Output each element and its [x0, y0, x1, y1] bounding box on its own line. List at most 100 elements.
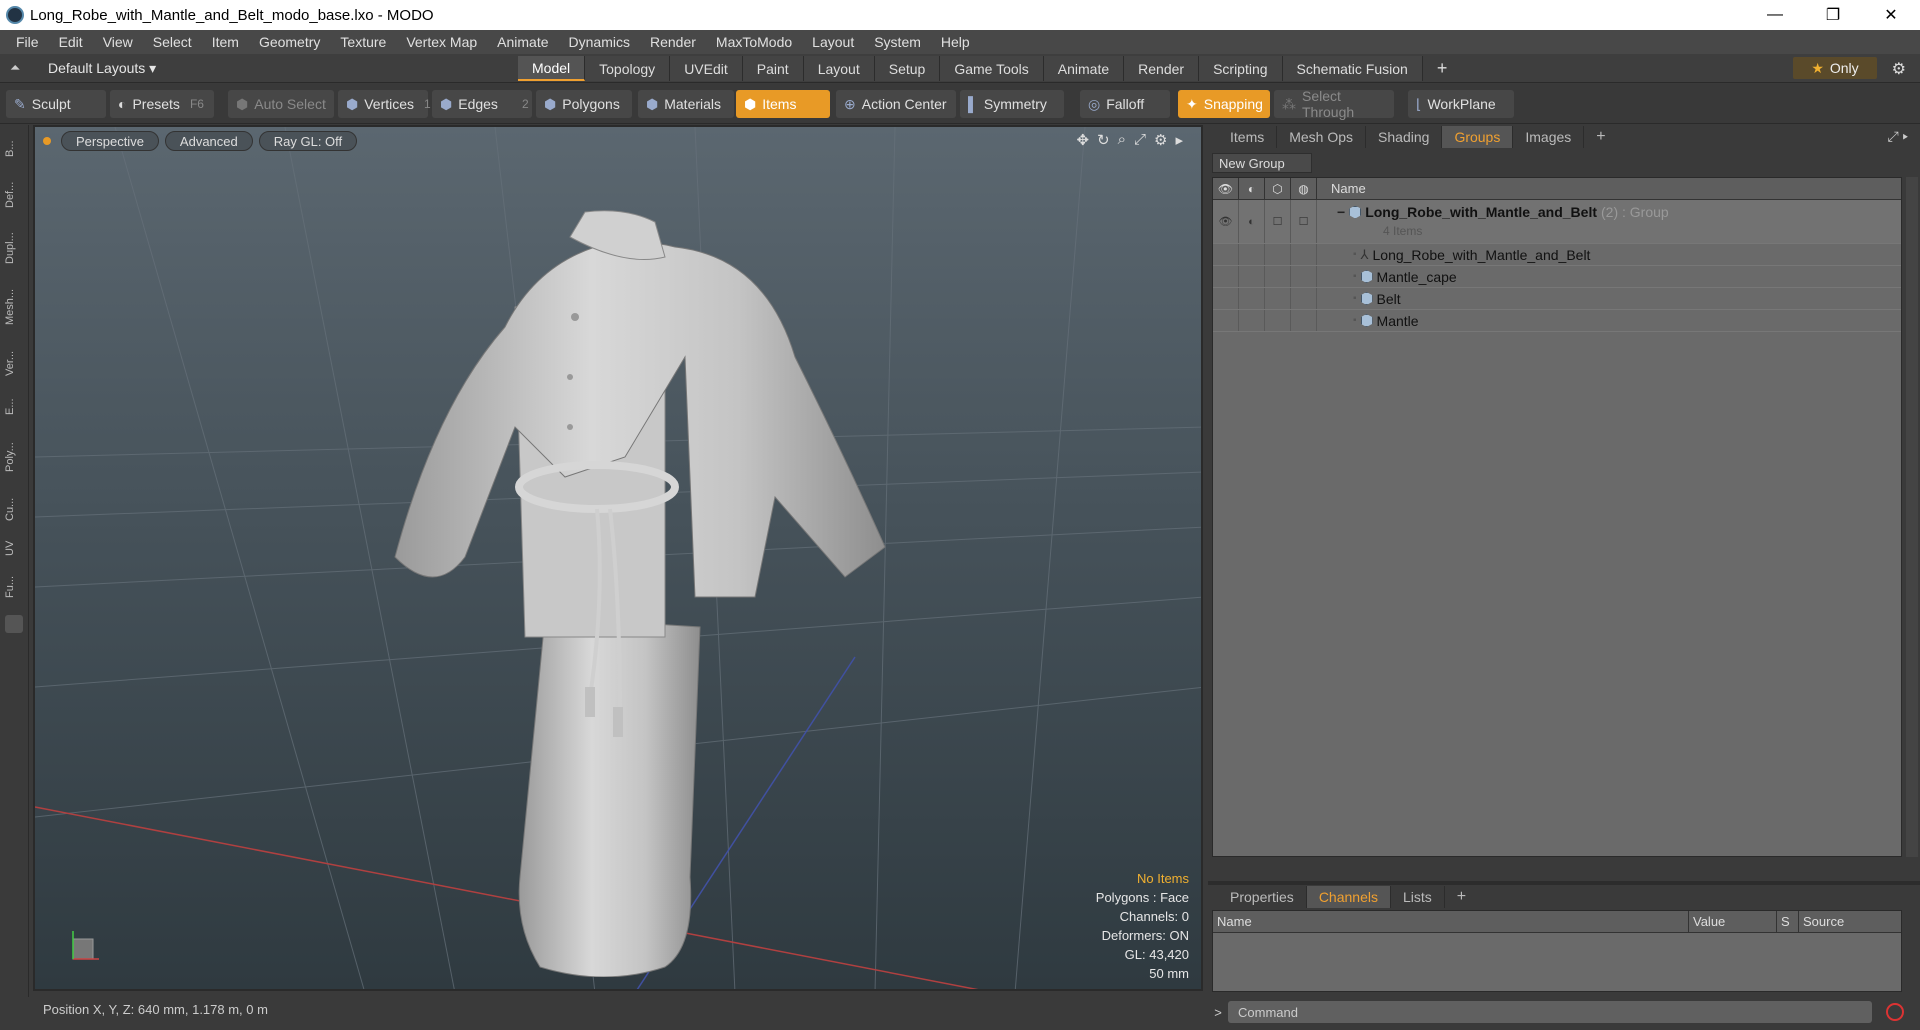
tab-images[interactable]: Images	[1513, 126, 1585, 148]
command-input[interactable]: Command	[1228, 1001, 1872, 1023]
strip-tab-mesh[interactable]: Mesh...	[4, 279, 26, 335]
new-group-button[interactable]: New Group	[1212, 153, 1312, 173]
falloff-button[interactable]: ◎ Falloff	[1080, 90, 1170, 118]
tab-paint[interactable]: Paint	[742, 56, 804, 81]
items-button[interactable]: ⬢ Items	[736, 90, 830, 118]
close-button[interactable]: ✕	[1862, 0, 1920, 30]
materials-button[interactable]: ⬢ Materials	[638, 90, 734, 118]
tab-groups[interactable]: Groups	[1442, 126, 1514, 148]
rotate-icon[interactable]: ↻	[1097, 131, 1110, 149]
list-item[interactable]: ▪ ⅄ Long_Robe_with_Mantle_and_Belt	[1213, 244, 1901, 266]
select-icon[interactable]: ◍	[1291, 177, 1317, 200]
menu-geometry[interactable]: Geometry	[249, 34, 330, 50]
channel-value-header[interactable]: Value	[1689, 911, 1777, 932]
menu-vertex-map[interactable]: Vertex Map	[396, 34, 487, 50]
tab-items[interactable]: Items	[1218, 126, 1278, 148]
vertices-button[interactable]: ⬢ Vertices 1	[338, 90, 431, 118]
add-tab-button[interactable]: +	[1423, 56, 1462, 81]
strip-tab-uv[interactable]: UV	[4, 533, 26, 563]
expand-arrow-icon[interactable]: ▸	[1175, 131, 1183, 149]
eye-icon[interactable]: 👁	[1213, 177, 1239, 200]
menu-dynamics[interactable]: Dynamics	[559, 34, 640, 50]
3d-viewport[interactable]: Perspective Advanced Ray GL: Off ✥ ↻ ⌕ ⤢…	[33, 125, 1203, 991]
name-column-header[interactable]: Name	[1317, 181, 1366, 196]
menu-animate[interactable]: Animate	[487, 34, 558, 50]
menu-render[interactable]: Render	[640, 34, 706, 50]
default-layouts-dropdown[interactable]: Default Layouts ▾	[48, 60, 156, 77]
strip-tab-duplicate[interactable]: Dupl...	[4, 223, 26, 273]
list-item[interactable]: ▪ Belt	[1213, 288, 1901, 310]
group-select-checkbox[interactable]: ☐	[1291, 200, 1317, 243]
tab-setup[interactable]: Setup	[874, 56, 941, 81]
viewport-settings-icon[interactable]: ⚙	[1154, 131, 1167, 149]
tab-schematic-fusion[interactable]: Schematic Fusion	[1282, 56, 1423, 81]
workplane-button[interactable]: ⌊ WorkPlane	[1408, 90, 1514, 118]
tab-lists[interactable]: Lists	[1391, 886, 1445, 908]
tab-render[interactable]: Render	[1124, 56, 1200, 81]
strip-tab-fusion[interactable]: Fu...	[4, 567, 26, 607]
group-lock-checkbox[interactable]: ☐	[1265, 200, 1291, 243]
panel-expand-icon[interactable]: ⤢ ▸	[1888, 128, 1909, 145]
only-button[interactable]: ★ Only	[1793, 57, 1877, 79]
sculpt-button[interactable]: ✎ Sculpt	[6, 90, 106, 118]
presets-button[interactable]: ◐ Presets F6	[110, 90, 214, 118]
channel-source-header[interactable]: Source	[1799, 911, 1901, 932]
zoom-icon[interactable]: ⌕	[1118, 131, 1126, 149]
tab-animate[interactable]: Animate	[1043, 56, 1125, 81]
group-row[interactable]: 👁 ◐ ☐ ☐ − Long_Robe_with_Mantle_and_Belt…	[1213, 200, 1901, 244]
strip-tab-edge[interactable]: E...	[4, 389, 26, 425]
menu-edit[interactable]: Edit	[49, 34, 93, 50]
lock-icon[interactable]: ⬡	[1265, 177, 1291, 200]
snapping-button[interactable]: ✦ Snapping	[1178, 90, 1270, 118]
list-item[interactable]: ▪ Mantle	[1213, 310, 1901, 332]
menu-item[interactable]: Item	[202, 34, 249, 50]
menu-select[interactable]: Select	[143, 34, 202, 50]
groups-scrollbar[interactable]	[1906, 177, 1918, 857]
perspective-button[interactable]: Perspective	[61, 131, 159, 151]
raygl-button[interactable]: Ray GL: Off	[258, 131, 358, 151]
group-eye-icon[interactable]: 👁	[1213, 200, 1239, 243]
strip-expand-button[interactable]	[5, 615, 23, 633]
tab-topology[interactable]: Topology	[585, 56, 671, 81]
tab-mesh-ops[interactable]: Mesh Ops	[1277, 126, 1367, 148]
list-item[interactable]: ▪ Mantle_cape	[1213, 266, 1901, 288]
maximize-icon[interactable]: ⤢	[1134, 131, 1146, 149]
channel-name-header[interactable]: Name	[1213, 911, 1689, 932]
menu-texture[interactable]: Texture	[330, 34, 396, 50]
layout-up-icon[interactable]: ⏶	[10, 60, 20, 76]
render-icon[interactable]: ◐	[1239, 177, 1265, 200]
menu-maxtomodo[interactable]: MaxToModo	[706, 34, 802, 50]
menu-layout[interactable]: Layout	[802, 34, 864, 50]
strip-tab-curve[interactable]: Cu...	[4, 489, 26, 529]
tab-scripting[interactable]: Scripting	[1199, 56, 1283, 81]
polygons-button[interactable]: ⬢ Polygons	[536, 90, 632, 118]
collapse-icon[interactable]: −	[1337, 204, 1345, 220]
auto-select-button[interactable]: ⬢ Auto Select	[228, 90, 334, 118]
add-panel-tab-button[interactable]: +	[1584, 126, 1617, 148]
pan-icon[interactable]: ✥	[1076, 131, 1089, 149]
symmetry-button[interactable]: ▌ Symmetry	[960, 90, 1064, 118]
tab-uvedit[interactable]: UVEdit	[670, 56, 743, 81]
tab-channels[interactable]: Channels	[1306, 886, 1391, 908]
action-center-button[interactable]: ⊕ Action Center	[836, 90, 956, 118]
minimize-button[interactable]: —	[1746, 0, 1804, 30]
tab-layout[interactable]: Layout	[803, 56, 875, 81]
tab-shading[interactable]: Shading	[1366, 126, 1443, 148]
menu-file[interactable]: File	[6, 34, 49, 50]
channel-s-header[interactable]: S	[1777, 911, 1799, 932]
tab-game-tools[interactable]: Game Tools	[940, 56, 1044, 81]
viewport-menu-dot[interactable]	[43, 137, 51, 145]
strip-tab-polygon[interactable]: Poly...	[4, 429, 26, 485]
add-bottom-tab-button[interactable]: +	[1445, 886, 1478, 908]
advanced-button[interactable]: Advanced	[164, 131, 253, 151]
tab-model[interactable]: Model	[518, 56, 586, 81]
menu-help[interactable]: Help	[931, 34, 980, 50]
strip-tab-basic[interactable]: B...	[4, 131, 26, 167]
select-through-button[interactable]: ⁂ Select Through	[1274, 88, 1394, 120]
strip-tab-vertex[interactable]: Ver...	[4, 341, 26, 385]
group-render-icon[interactable]: ◐	[1239, 200, 1265, 243]
edges-button[interactable]: ⬢ Edges 2	[432, 90, 532, 118]
record-icon[interactable]	[1886, 1003, 1904, 1021]
menu-view[interactable]: View	[93, 34, 143, 50]
gear-icon[interactable]: ⚙	[1892, 59, 1906, 79]
